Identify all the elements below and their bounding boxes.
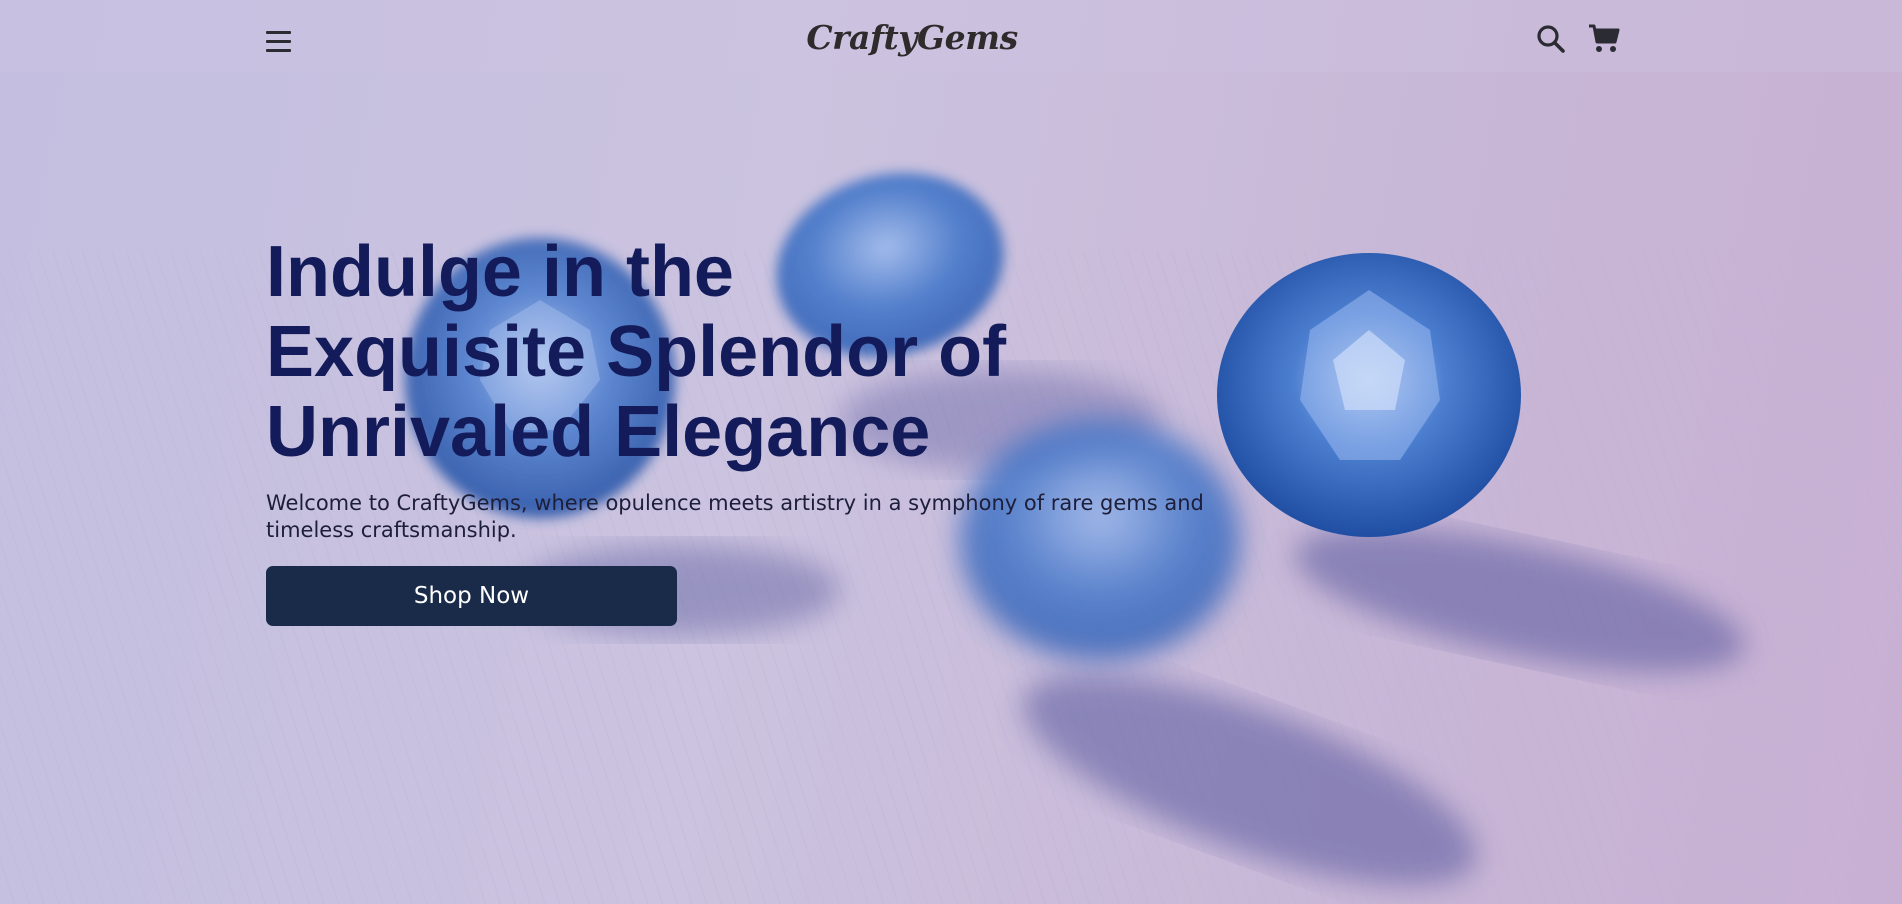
hero-content: Indulge in the Exquisite Splendor of Unr… (266, 232, 1226, 544)
hamburger-menu-icon[interactable] (266, 31, 291, 55)
shopping-cart-icon[interactable] (1588, 23, 1620, 55)
shop-now-button[interactable]: Shop Now (266, 566, 677, 626)
site-header: CraftyGems (0, 0, 1902, 72)
site-logo[interactable]: CraftyGems (782, 18, 1042, 57)
search-icon[interactable] (1536, 24, 1566, 54)
hero-subtitle: Welcome to CraftyGems, where opulence me… (266, 491, 1204, 542)
hero-headline: Indulge in the Exquisite Splendor of Unr… (266, 232, 1007, 472)
